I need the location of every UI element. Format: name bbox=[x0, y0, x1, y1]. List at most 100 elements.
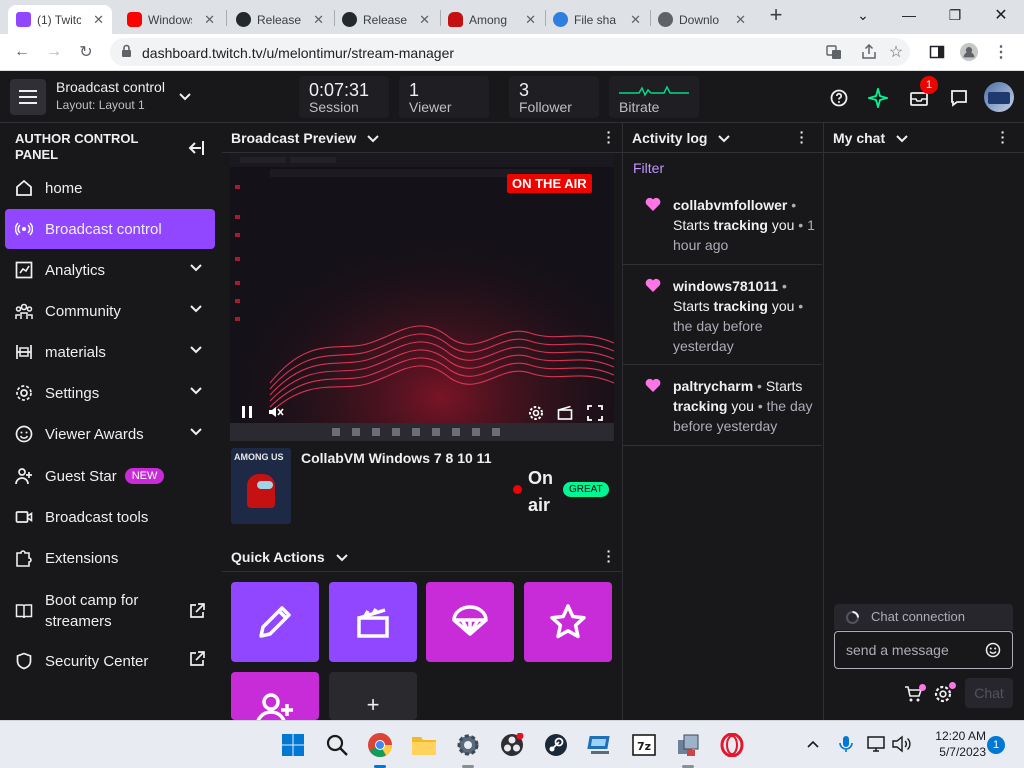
browser-tab-file-share[interactable]: File sha ✕ bbox=[545, 5, 649, 34]
sidebar-item-extensions[interactable]: Extensions bbox=[5, 538, 215, 578]
browser-tab-github-2[interactable]: Release ✕ bbox=[334, 5, 438, 34]
close-window-icon[interactable]: ✕ bbox=[978, 0, 1024, 30]
share-icon[interactable] bbox=[860, 43, 878, 61]
show-hidden-icons-icon[interactable] bbox=[806, 737, 820, 751]
gear-icon[interactable] bbox=[528, 405, 544, 421]
mute-icon[interactable] bbox=[268, 405, 284, 419]
chrome-icon[interactable] bbox=[364, 729, 396, 761]
chevron-down-icon[interactable] bbox=[189, 342, 203, 356]
browser-tab-github-1[interactable]: Release ✕ bbox=[228, 5, 332, 34]
sidebar-item-guest-star[interactable]: Guest Star NEW bbox=[5, 456, 215, 496]
settings-app-icon[interactable] bbox=[452, 729, 484, 761]
raid-button[interactable] bbox=[426, 582, 514, 662]
address-bar[interactable]: dashboard.twitch.tv/u/melontimur/stream-… bbox=[110, 38, 910, 66]
close-tab-icon[interactable]: ✕ bbox=[729, 12, 746, 28]
chevron-down-icon[interactable] bbox=[366, 131, 380, 145]
sidebar-item-boot-camp[interactable]: Boot camp for streamers bbox=[5, 589, 215, 633]
video-player[interactable]: ON THE AIR bbox=[230, 153, 614, 441]
chat-send-button[interactable]: Chat bbox=[965, 678, 1013, 708]
reload-icon[interactable]: ↻ bbox=[72, 38, 100, 66]
minimize-icon[interactable]: — bbox=[886, 0, 932, 30]
pause-icon[interactable] bbox=[240, 405, 254, 419]
sparkle-icon[interactable] bbox=[866, 86, 890, 110]
browser-tab-among-us[interactable]: Among ✕ bbox=[440, 5, 544, 34]
add-guest-button[interactable] bbox=[231, 672, 319, 720]
back-icon[interactable]: ← bbox=[8, 38, 36, 66]
chevron-down-icon[interactable] bbox=[189, 424, 203, 438]
whisper-icon[interactable] bbox=[947, 86, 971, 110]
chevron-down-icon[interactable] bbox=[189, 383, 203, 397]
emote-picker-icon[interactable] bbox=[985, 642, 1001, 658]
new-tab-button[interactable]: + bbox=[760, 0, 792, 30]
vmware-icon[interactable] bbox=[584, 729, 616, 761]
promote-button[interactable] bbox=[524, 582, 612, 662]
edit-stream-info-button[interactable] bbox=[231, 582, 319, 662]
add-quick-action-button[interactable]: + bbox=[329, 672, 417, 720]
tab-search-icon[interactable]: ⌄ bbox=[840, 0, 886, 30]
browser-menu-icon[interactable]: ⋮ bbox=[992, 43, 1010, 61]
chat-input[interactable]: send a message bbox=[834, 631, 1013, 669]
chevron-down-icon[interactable] bbox=[189, 260, 203, 274]
opera-icon[interactable] bbox=[716, 729, 748, 761]
activity-entry[interactable]: windows781011 • Starts tracking you • th… bbox=[623, 266, 822, 365]
sidebar-item-viewer-awards[interactable]: Viewer Awards bbox=[5, 414, 215, 454]
browser-tab-twitch[interactable]: (1) Twitch ✕ bbox=[8, 5, 112, 34]
more-options-icon[interactable]: · · · bbox=[606, 544, 612, 568]
side-panel-icon[interactable] bbox=[928, 43, 946, 61]
7zip-icon[interactable]: 7z bbox=[628, 729, 660, 761]
sidebar-item-security-center[interactable]: Security Center bbox=[5, 641, 215, 681]
chevron-down-icon[interactable] bbox=[717, 131, 731, 145]
more-options-icon[interactable]: · · · bbox=[1000, 125, 1006, 149]
network-icon[interactable] bbox=[867, 735, 887, 753]
steam-icon[interactable] bbox=[540, 729, 572, 761]
file-explorer-icon[interactable] bbox=[408, 729, 440, 761]
more-options-icon[interactable]: · · · bbox=[606, 125, 612, 149]
chevron-down-icon[interactable] bbox=[335, 550, 349, 564]
network-tool-icon[interactable] bbox=[672, 729, 704, 761]
collapse-sidebar-icon[interactable] bbox=[186, 139, 206, 157]
filter-link[interactable]: Filter bbox=[633, 160, 664, 176]
sidebar-item-settings[interactable]: Settings bbox=[5, 373, 215, 413]
profile-avatar-icon[interactable] bbox=[960, 43, 978, 61]
chat-settings-gear-icon[interactable] bbox=[934, 682, 956, 703]
user-avatar[interactable] bbox=[984, 82, 1014, 112]
browser-tab-download[interactable]: Downlo ✕ bbox=[650, 5, 754, 34]
notification-center-badge[interactable]: 1 bbox=[987, 736, 1005, 754]
close-tab-icon[interactable]: ✕ bbox=[307, 12, 324, 28]
sidebar-item-broadcast-tools[interactable]: Broadcast tools bbox=[5, 497, 215, 537]
browser-tab-youtube[interactable]: Windows ✕ bbox=[119, 5, 223, 34]
chevron-down-icon[interactable] bbox=[189, 301, 203, 315]
hamburger-menu-icon[interactable] bbox=[10, 79, 46, 115]
sidebar-item-broadcast-control[interactable]: Broadcast control bbox=[5, 209, 215, 249]
sidebar-item-community[interactable]: Community bbox=[5, 291, 215, 331]
clip-icon[interactable] bbox=[557, 405, 573, 421]
activity-entry[interactable]: paltrycharm • Starts tracking you • the … bbox=[623, 366, 822, 446]
chevron-down-icon[interactable] bbox=[895, 131, 909, 145]
translate-icon[interactable] bbox=[825, 43, 843, 61]
add-user-icon bbox=[256, 693, 293, 720]
more-options-icon[interactable]: · · · bbox=[799, 125, 805, 149]
microphone-icon[interactable] bbox=[838, 735, 854, 753]
obs-icon[interactable] bbox=[496, 729, 528, 761]
clock[interactable]: 12:20 AM 5/7/2023 bbox=[918, 729, 986, 759]
sidebar-item-materials[interactable]: materials bbox=[5, 332, 215, 372]
restore-icon[interactable]: ❐ bbox=[932, 0, 978, 30]
sidebar-item-analytics[interactable]: Analytics bbox=[5, 250, 215, 290]
cart-icon[interactable] bbox=[904, 684, 926, 703]
bookmark-star-icon[interactable]: ☆ bbox=[887, 43, 905, 61]
help-icon[interactable] bbox=[827, 86, 851, 110]
fullscreen-icon[interactable] bbox=[587, 405, 603, 421]
create-clip-button[interactable] bbox=[329, 582, 417, 662]
activity-entry[interactable]: collabvmfollower • Starts tracking you •… bbox=[623, 185, 822, 265]
layout-dropdown-chevron-icon[interactable] bbox=[176, 87, 194, 105]
windows-start-icon[interactable] bbox=[277, 729, 309, 761]
close-tab-icon[interactable]: ✕ bbox=[519, 12, 536, 28]
volume-icon[interactable] bbox=[892, 735, 912, 753]
forward-icon[interactable]: → bbox=[40, 38, 68, 66]
close-tab-icon[interactable]: ✕ bbox=[624, 12, 641, 28]
close-tab-icon[interactable]: ✕ bbox=[198, 12, 215, 28]
search-icon[interactable] bbox=[321, 729, 353, 761]
close-tab-icon[interactable]: ✕ bbox=[87, 12, 104, 28]
close-tab-icon[interactable]: ✕ bbox=[413, 12, 430, 28]
sidebar-item-home[interactable]: home bbox=[5, 168, 215, 208]
